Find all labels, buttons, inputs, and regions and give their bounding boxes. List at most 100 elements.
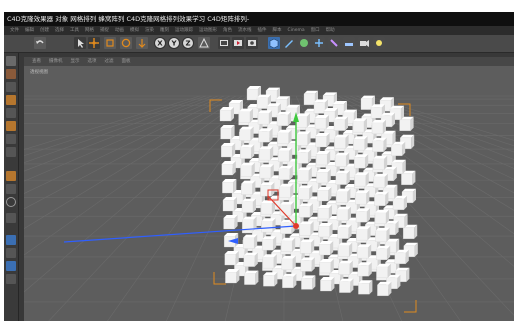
points-mode-icon[interactable]: [6, 95, 16, 105]
cube-front: [377, 284, 389, 296]
menu-item[interactable]: 工具: [70, 28, 79, 33]
locked-workplane-icon[interactable]: [6, 213, 16, 223]
deformer-icon[interactable]: [328, 37, 340, 49]
model-mode-icon[interactable]: [6, 134, 16, 144]
menu-item[interactable]: 雕刻: [160, 28, 169, 33]
cube-front: [241, 201, 254, 213]
viewport-menu-item[interactable]: 摄像机: [49, 59, 63, 64]
select-arrow-icon[interactable]: [74, 37, 86, 49]
grid-line: [24, 95, 237, 210]
cube-front: [259, 167, 271, 179]
menu-item[interactable]: 渲染: [145, 28, 154, 33]
menu-item[interactable]: 帮助: [326, 28, 335, 33]
render-view-icon[interactable]: [218, 37, 230, 49]
perspective-viewport[interactable]: 查看 摄像机 显示 选项 过滤 面板 透视视图: [24, 57, 514, 321]
cube-primitive-icon[interactable]: [268, 37, 280, 49]
pen-icon[interactable]: [283, 37, 295, 49]
cube-front: [373, 176, 385, 188]
generator-icon[interactable]: [6, 261, 16, 271]
scale-icon[interactable]: [104, 37, 116, 49]
move-icon[interactable]: [88, 37, 100, 49]
cube-front: [262, 239, 274, 251]
cube-front: [238, 111, 251, 123]
grid-icon[interactable]: [6, 248, 16, 258]
cube-front: [219, 109, 232, 122]
menu-item[interactable]: 网格: [85, 28, 94, 33]
select-tool-icon[interactable]: [136, 37, 148, 49]
cube-front: [335, 155, 347, 167]
menu-item[interactable]: 脚本: [273, 28, 282, 33]
light-icon[interactable]: [373, 37, 385, 49]
cube-front: [319, 261, 331, 274]
menu-item[interactable]: 插件: [258, 28, 267, 33]
menu-item[interactable]: 角色: [223, 28, 232, 33]
cube-front: [279, 186, 291, 198]
texture-mode-icon[interactable]: [6, 69, 16, 79]
cube-front: [360, 98, 373, 110]
cube-front: [314, 117, 327, 130]
cube-front: [260, 203, 273, 215]
menu-item[interactable]: 运动跟踪: [175, 28, 193, 33]
cube-front: [376, 248, 388, 260]
menu-item[interactable]: 窗口: [311, 28, 320, 33]
enable-axis-icon[interactable]: [6, 171, 16, 181]
menu-item[interactable]: 文件: [10, 28, 19, 33]
cube-front: [300, 260, 312, 272]
grid-line: [24, 95, 219, 172]
cube-front: [297, 152, 309, 164]
cube-front: [282, 276, 294, 288]
rotate-icon[interactable]: [120, 37, 132, 49]
menu-item[interactable]: 动画: [115, 28, 124, 33]
viewport-menu-bar: 查看 摄像机 显示 选项 过滤 面板: [24, 57, 514, 66]
cube-front: [370, 107, 383, 119]
grid-line: [24, 95, 231, 194]
scene-canvas[interactable]: [24, 66, 514, 321]
menu-item[interactable]: 模拟: [130, 28, 139, 33]
menu-item[interactable]: 流水线: [238, 28, 252, 33]
app-window: C4D克隆效果器 对象 网格排列 蜂窝阵列 C4D克隆网格排列效果学习 C4D矩…: [4, 12, 514, 321]
floor-icon[interactable]: [343, 37, 355, 49]
camera-icon[interactable]: [358, 37, 370, 49]
render-settings-icon[interactable]: [246, 37, 258, 49]
layer-icon[interactable]: [6, 235, 16, 245]
menu-item[interactable]: 运动图形: [199, 28, 217, 33]
viewport-menu-item[interactable]: 面板: [122, 59, 131, 64]
soft-selection-icon[interactable]: [6, 184, 16, 194]
snap-icon[interactable]: [6, 197, 16, 207]
cube-front: [222, 181, 234, 194]
viewport-menu-item[interactable]: 查看: [32, 59, 41, 64]
z-axis-icon[interactable]: Z: [182, 37, 194, 49]
y-axis-icon[interactable]: Y: [168, 37, 180, 49]
polygons-mode-icon[interactable]: [6, 121, 16, 131]
cube-front: [259, 149, 271, 161]
render-icon[interactable]: [232, 37, 244, 49]
cube-front: [392, 198, 405, 210]
cube-front: [257, 113, 270, 125]
undo-icon[interactable]: [34, 37, 46, 49]
array-icon[interactable]: [313, 37, 325, 49]
subdivision-icon[interactable]: [298, 37, 310, 49]
cube-front: [241, 183, 253, 195]
viewport-menu-item[interactable]: 显示: [71, 59, 80, 64]
viewport-menu-item[interactable]: 过滤: [105, 59, 114, 64]
edges-mode-icon[interactable]: [6, 108, 16, 118]
x-axis-icon[interactable]: X: [154, 37, 166, 49]
menu-item[interactable]: 捕捉: [100, 28, 109, 33]
menu-item[interactable]: 创建: [40, 28, 49, 33]
stage-icon[interactable]: [6, 274, 16, 284]
cube-front: [319, 243, 331, 256]
cube-front: [239, 129, 251, 141]
viewport-menu-item[interactable]: 选项: [88, 59, 97, 64]
cube-front: [222, 199, 235, 212]
workplane-icon[interactable]: [6, 82, 16, 92]
menu-item[interactable]: Cinema: [288, 28, 305, 33]
cube-front: [316, 171, 328, 184]
menu-item[interactable]: 选择: [55, 28, 64, 33]
menu-item[interactable]: 编辑: [25, 28, 34, 33]
object-mode-icon[interactable]: [6, 147, 16, 157]
cube-front: [317, 207, 330, 220]
make-editable-icon[interactable]: [6, 56, 16, 66]
world-icon[interactable]: [198, 37, 210, 49]
y-axis-label: Y: [170, 40, 177, 48]
window-title: C4D克隆效果器 对象 网格排列 蜂窝阵列 C4D克隆网格排列效果学习 C4D矩…: [7, 15, 250, 23]
